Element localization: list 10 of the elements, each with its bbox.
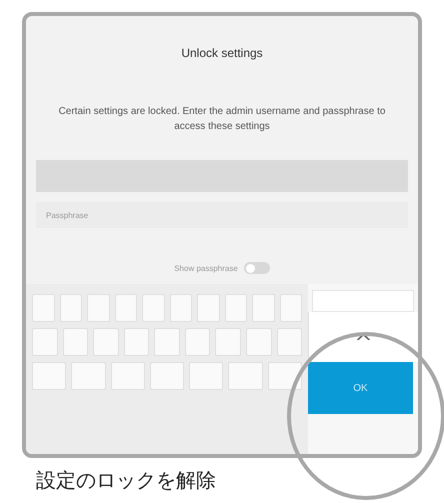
passphrase-field[interactable]: Passphrase bbox=[36, 202, 408, 228]
keyboard-key[interactable] bbox=[312, 290, 414, 312]
toggle-label: Show passphrase bbox=[174, 264, 238, 272]
ok-button[interactable]: OK bbox=[308, 362, 413, 414]
toggle-switch[interactable] bbox=[244, 262, 270, 274]
dialog-title: Unlock settings bbox=[181, 46, 263, 60]
caption: 設定のロックを解除 bbox=[36, 468, 217, 492]
username-field[interactable] bbox=[36, 160, 408, 192]
keyboard[interactable] bbox=[26, 284, 308, 454]
dialog-message: Certain settings are locked. Enter the admin username and passphrase to access these settings bbox=[58, 105, 386, 134]
